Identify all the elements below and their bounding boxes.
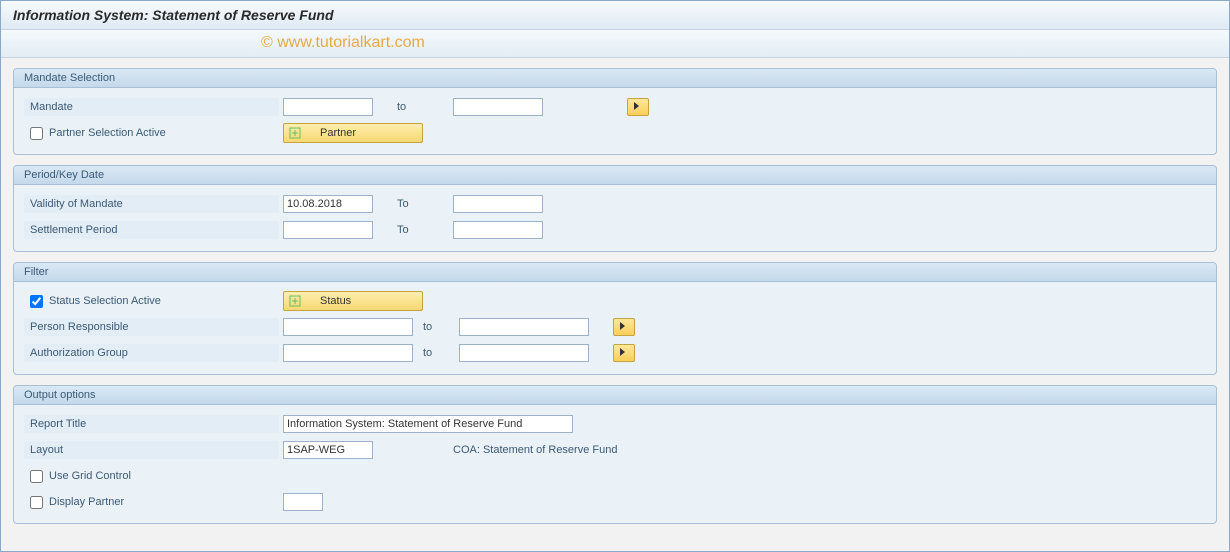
label-to-settlement: To — [373, 224, 433, 236]
input-person-to[interactable] — [459, 318, 589, 336]
input-validity-to[interactable] — [453, 195, 543, 213]
toolbar: © www.tutorialkart.com — [1, 30, 1229, 58]
group-header-period: Period/Key Date — [14, 166, 1216, 185]
group-filter: Filter Status Selection Active Status — [13, 262, 1217, 375]
group-mandate-selection: Mandate Selection Mandate to — [13, 68, 1217, 155]
label-status-selection: Status Selection Active — [49, 295, 161, 307]
label-to-auth: to — [413, 347, 459, 359]
text-layout-desc: COA: Statement of Reserve Fund — [453, 444, 617, 456]
group-header-filter: Filter — [14, 263, 1216, 282]
button-partner[interactable]: Partner — [283, 123, 423, 143]
checkbox-display-partner[interactable]: Display Partner — [24, 496, 279, 509]
label-to-person: to — [413, 321, 459, 333]
label-person: Person Responsible — [24, 318, 279, 336]
label-partner-selection: Partner Selection Active — [49, 127, 166, 139]
group-output: Output options Report Title Layout COA: … — [13, 385, 1217, 524]
input-auth-from[interactable] — [283, 344, 413, 362]
arrow-right-icon — [619, 347, 629, 360]
label-to-mandate: to — [373, 101, 433, 113]
label-mandate: Mandate — [24, 98, 279, 116]
arrow-right-icon — [633, 101, 643, 114]
arrow-right-icon — [619, 321, 629, 334]
checkbox-partner-selection[interactable]: Partner Selection Active — [24, 127, 279, 140]
page-title: Information System: Statement of Reserve… — [1, 1, 1229, 30]
checkbox-partner-selection-input[interactable] — [30, 127, 43, 140]
input-person-from[interactable] — [283, 318, 413, 336]
watermark-text: © www.tutorialkart.com — [261, 34, 425, 52]
checkbox-display-partner-input[interactable] — [30, 496, 43, 509]
input-mandate-to[interactable] — [453, 98, 543, 116]
expand-icon — [288, 294, 302, 308]
input-layout[interactable] — [283, 441, 373, 459]
checkbox-grid-control-input[interactable] — [30, 470, 43, 483]
input-validity-from[interactable] — [283, 195, 373, 213]
multiple-selection-person[interactable] — [613, 318, 635, 336]
input-mandate-from[interactable] — [283, 98, 373, 116]
content-area: Mandate Selection Mandate to — [1, 58, 1229, 544]
label-report-title: Report Title — [24, 415, 279, 433]
label-to-validity: To — [373, 198, 433, 210]
expand-icon — [288, 126, 302, 140]
input-settlement-to[interactable] — [453, 221, 543, 239]
label-validity: Validity of Mandate — [24, 195, 279, 213]
label-settlement: Settlement Period — [24, 221, 279, 239]
button-partner-label: Partner — [320, 127, 418, 139]
group-period: Period/Key Date Validity of Mandate To S… — [13, 165, 1217, 252]
label-display-partner: Display Partner — [49, 496, 124, 508]
label-auth-group: Authorization Group — [24, 344, 279, 362]
input-settlement-from[interactable] — [283, 221, 373, 239]
button-status[interactable]: Status — [283, 291, 423, 311]
multiple-selection-auth[interactable] — [613, 344, 635, 362]
label-layout: Layout — [24, 441, 279, 459]
input-display-partner[interactable] — [283, 493, 323, 511]
input-auth-to[interactable] — [459, 344, 589, 362]
checkbox-status-selection[interactable]: Status Selection Active — [24, 295, 279, 308]
group-header-output: Output options — [14, 386, 1216, 405]
multiple-selection-mandate[interactable] — [627, 98, 649, 116]
checkbox-status-selection-input[interactable] — [30, 295, 43, 308]
input-report-title[interactable] — [283, 415, 573, 433]
sap-window: Information System: Statement of Reserve… — [0, 0, 1230, 552]
checkbox-grid-control[interactable]: Use Grid Control — [24, 470, 279, 483]
button-status-label: Status — [320, 295, 418, 307]
group-header-mandate: Mandate Selection — [14, 69, 1216, 88]
label-grid-control: Use Grid Control — [49, 470, 131, 482]
